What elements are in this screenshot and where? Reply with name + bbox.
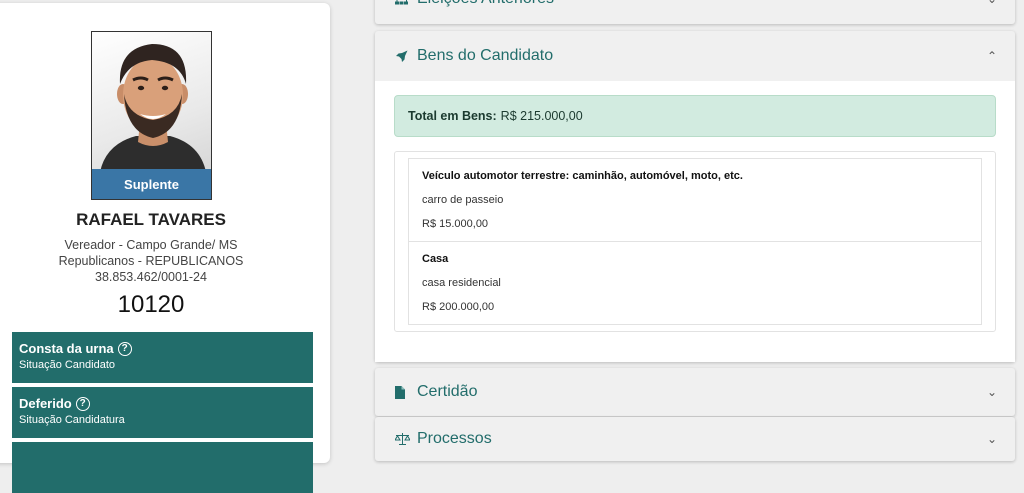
candidate-number: 10120: [117, 291, 185, 318]
section-title: Processos: [417, 430, 492, 447]
section-previous-elections-header[interactable]: Eleições Anteriores ⌄: [375, 0, 1015, 24]
candidate-cnpj: 38.853.462/0001-24: [95, 270, 207, 284]
status-title: Consta da urna: [19, 341, 114, 356]
status-candidacy: Deferido ? Situação Candidatura: [12, 387, 313, 438]
asset-description: casa residencial: [422, 277, 501, 289]
status-subtitle: Situação Candidatura: [19, 414, 125, 426]
section-title: Eleições Anteriores: [417, 0, 554, 8]
list-item: Casa casa residencial R$ 200.000,00: [408, 242, 982, 325]
candidate-party: Republicanos - REPUBLICANOS: [58, 254, 244, 268]
assets-list: Veículo automotor terrestre: caminhão, a…: [394, 151, 996, 332]
section-assets: Bens do Candidato ⌃ Total em Bens: R$ 21…: [375, 31, 1015, 362]
help-icon[interactable]: ?: [75, 396, 90, 411]
section-processes: Processos ⌄: [375, 417, 1015, 461]
candidate-role: Vereador - Campo Grande/ MS: [64, 238, 238, 252]
file-icon: [395, 385, 413, 399]
sitemap-icon: [395, 0, 413, 5]
chevron-down-icon[interactable]: ⌄: [987, 432, 997, 446]
assets-body: Total em Bens: R$ 215.000,00 Veículo aut…: [375, 81, 1015, 362]
candidate-portrait-image: [100, 44, 206, 172]
asset-description: carro de passeio: [422, 194, 504, 206]
section-title: Certidão: [417, 383, 478, 400]
candidate-name: RAFAEL TAVARES: [76, 210, 226, 229]
chevron-down-icon[interactable]: ⌄: [987, 385, 997, 399]
section-certificate: Certidão ⌄: [375, 368, 1015, 416]
section-processes-header[interactable]: Processos ⌄: [375, 417, 1015, 461]
status-extra: [12, 442, 313, 493]
chevron-down-icon[interactable]: ⌄: [987, 0, 997, 6]
asset-value: R$ 15.000,00: [422, 218, 489, 230]
balance-scale-icon: [395, 433, 413, 445]
asset-type: Veículo automotor terrestre: caminhão, a…: [422, 170, 743, 182]
section-certificate-header[interactable]: Certidão ⌄: [375, 368, 1015, 416]
help-icon[interactable]: ?: [117, 341, 132, 356]
section-previous-elections: Eleições Anteriores ⌄: [375, 0, 1015, 24]
status-subtitle: Situação Candidato: [19, 359, 116, 371]
list-item: Veículo automotor terrestre: caminhão, a…: [408, 158, 982, 242]
total-label: Total em Bens:: [408, 109, 497, 123]
status-candidate: Consta da urna ? Situação Candidato: [12, 332, 313, 383]
section-title: Bens do Candidato: [417, 47, 554, 64]
status-title: Deferido: [19, 396, 72, 411]
photo-badge: Suplente: [92, 169, 211, 199]
rocket-icon: [395, 50, 413, 63]
candidate-photo: Suplente: [91, 31, 212, 200]
chevron-up-icon[interactable]: ⌃: [987, 49, 997, 63]
asset-type: Casa: [422, 253, 449, 265]
asset-value: R$ 200.000,00: [422, 301, 495, 313]
total-assets-box: Total em Bens: R$ 215.000,00: [394, 95, 996, 137]
total-value: R$ 215.000,00: [500, 109, 583, 123]
section-assets-header[interactable]: Bens do Candidato ⌃: [375, 31, 1015, 81]
